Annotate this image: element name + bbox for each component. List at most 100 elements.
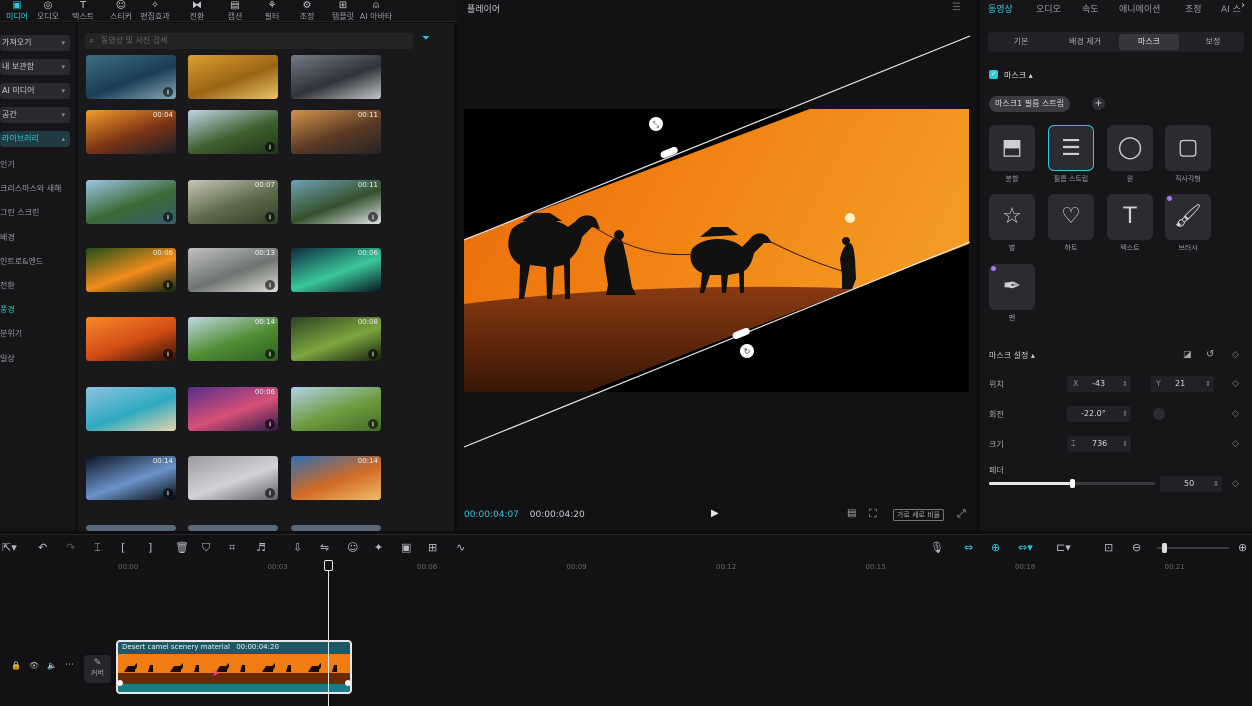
rotation-field[interactable]: -22.0° ⇕: [1067, 406, 1131, 422]
list-icon[interactable]: ▤: [847, 508, 856, 519]
stepper-icon[interactable]: ⇕: [1122, 376, 1128, 392]
split-icon[interactable]: ⌶: [94, 541, 101, 555]
media-thumbnail[interactable]: 00:14: [291, 456, 381, 500]
sidebar-dropdown[interactable]: 라이브러리 ▴: [0, 131, 70, 147]
inspector-tab[interactable]: AI 스: [1221, 2, 1241, 15]
mask-chip[interactable]: 마스크1 필름 스트립: [989, 96, 1071, 112]
media-thumbnail[interactable]: 00:04: [86, 110, 176, 154]
inspector-tab[interactable]: 속도: [1082, 2, 1099, 15]
delete-icon[interactable]: 🗑: [175, 541, 189, 554]
aspect-ratio-button[interactable]: 가로 세로 비율: [893, 509, 945, 521]
playhead[interactable]: [328, 560, 329, 706]
media-thumbnail[interactable]: 00:11: [291, 110, 381, 154]
mask-overlay[interactable]: ⤡ ↻: [458, 28, 976, 458]
toolbar-template-button[interactable]: ⊞ 템플릿: [326, 0, 360, 22]
media-thumbnail[interactable]: [291, 55, 381, 99]
heart-mask-icon[interactable]: ♡: [1048, 194, 1094, 240]
keyframe-icon[interactable]: ◇: [1232, 439, 1239, 449]
media-thumbnail[interactable]: 00:11 ⭳: [291, 180, 381, 224]
media-thumbnail[interactable]: 00:14 ⭳: [188, 317, 278, 361]
sidebar-item[interactable]: 일상: [0, 353, 15, 364]
keyframe-icon[interactable]: ◇: [1232, 479, 1239, 489]
focus-icon[interactable]: ⛶: [869, 507, 877, 521]
sidebar-dropdown[interactable]: 내 보관함 ▾: [0, 59, 70, 75]
inspector-tab[interactable]: 애니메이션: [1119, 2, 1160, 15]
keyframe-icon[interactable]: ◇: [1232, 350, 1239, 360]
clip-trim-handle-right[interactable]: [345, 680, 350, 686]
sidebar-item[interactable]: 크리스마스와 새해: [0, 183, 61, 194]
zoom-slider-knob[interactable]: [1162, 543, 1168, 553]
zoom-in-icon[interactable]: ⊕: [1238, 541, 1247, 554]
search-input[interactable]: ⌕ 동영상 및 사진 검색: [85, 33, 413, 49]
toolbar-transition-button[interactable]: ⧓ 전환: [180, 0, 214, 22]
shield-icon[interactable]: ⛉: [202, 541, 210, 555]
media-thumbnail[interactable]: [86, 525, 176, 531]
captions-icon[interactable]: ▣: [401, 541, 411, 554]
download-icon[interactable]: ⭳: [265, 280, 275, 290]
sidebar-dropdown[interactable]: AI 미디어 ▾: [0, 83, 70, 99]
stepper-icon[interactable]: ⇕: [1205, 376, 1211, 392]
media-thumbnail[interactable]: 00:06: [291, 248, 381, 292]
download-icon[interactable]: ⭳: [368, 419, 378, 429]
zoom-slider[interactable]: [1157, 543, 1229, 553]
cover-button[interactable]: ✎ 커버: [84, 655, 111, 683]
sidebar-item[interactable]: 분위기: [0, 328, 22, 339]
download-icon[interactable]: ⭳: [163, 212, 173, 222]
media-thumbnail[interactable]: ⭳: [86, 55, 176, 99]
text-mask-icon[interactable]: T: [1107, 194, 1153, 240]
media-thumbnail[interactable]: [188, 525, 278, 531]
toolbar-audio-button[interactable]: ◎ 오디오: [31, 0, 65, 22]
media-thumbnail[interactable]: [188, 55, 278, 99]
position-y-field[interactable]: Y 21 ⇕: [1150, 376, 1214, 392]
split-mask-icon[interactable]: ⬒: [989, 125, 1035, 171]
trim-right-icon[interactable]: ]: [148, 541, 152, 554]
toolbar-effects-button[interactable]: ✧ 편집효과: [138, 0, 172, 22]
fit-icon[interactable]: ⊡: [1104, 541, 1113, 554]
filter-icon[interactable]: ⏷: [422, 33, 430, 44]
import-icon[interactable]: ⇩: [293, 541, 302, 554]
download-icon[interactable]: ⭳: [265, 349, 275, 359]
toolbar-filter-button[interactable]: ⚘ 필터: [255, 0, 289, 22]
play-button[interactable]: ▶: [711, 508, 719, 519]
toolbar-caption-button[interactable]: ▤ 캡션: [218, 0, 252, 22]
fullscreen-icon[interactable]: ⤢: [957, 507, 966, 521]
link-tracks-icon[interactable]: ⇔: [964, 541, 973, 554]
crop-icon[interactable]: ⌗: [229, 541, 235, 555]
pen-mask-icon[interactable]: ✒: [989, 264, 1035, 310]
download-icon[interactable]: ⭳: [368, 212, 378, 222]
magic-icon[interactable]: ✦: [374, 541, 383, 554]
trim-left-icon[interactable]: [: [121, 541, 125, 554]
clip-trim-handle-left[interactable]: [118, 680, 123, 686]
snap-icon[interactable]: ⇔▾: [1018, 541, 1033, 554]
feather-slider-knob[interactable]: [1070, 479, 1075, 488]
sidebar-dropdown[interactable]: 공간 ▾: [0, 107, 70, 123]
stepper-icon[interactable]: ⇕: [1122, 406, 1128, 422]
download-icon[interactable]: ⭳: [163, 349, 173, 359]
sidebar-item[interactable]: 전환: [0, 280, 15, 291]
sidebar-item[interactable]: 풍경: [0, 304, 15, 315]
microphone-icon[interactable]: 🎙: [930, 541, 944, 554]
media-thumbnail[interactable]: 00:08 ⭳: [291, 317, 381, 361]
cursor-tool-icon[interactable]: ⇱▾: [2, 541, 17, 554]
magnet-icon[interactable]: ⊕: [991, 541, 1000, 554]
redo-icon[interactable]: ↷: [66, 541, 75, 554]
position-x-field[interactable]: X -43 ⇕: [1067, 376, 1131, 392]
preview-axis-icon[interactable]: ⊏▾: [1056, 541, 1071, 554]
subtab[interactable]: 기본: [991, 34, 1051, 50]
chevron-right-icon[interactable]: ›: [1241, 0, 1245, 11]
more-icon[interactable]: ⋯: [65, 660, 74, 670]
stepper-icon[interactable]: ⇕: [1122, 436, 1128, 452]
download-icon[interactable]: ⭳: [368, 349, 378, 359]
toolbar-ai-avatar-button[interactable]: ⍝ AI 아바타: [359, 0, 393, 22]
inspector-tab[interactable]: 동영상: [988, 2, 1013, 15]
download-icon[interactable]: ⭳: [265, 212, 275, 222]
sidebar-item[interactable]: 배경: [0, 232, 15, 243]
audio-wave-icon[interactable]: ∿: [456, 541, 465, 554]
brush-mask-icon[interactable]: 🖌: [1165, 194, 1211, 240]
person-icon[interactable]: ☺: [347, 541, 358, 554]
toolbar-text-button[interactable]: T 텍스트: [66, 0, 100, 22]
subtab[interactable]: 배경 제거: [1055, 34, 1115, 50]
playhead-handle[interactable]: [324, 560, 333, 571]
download-icon[interactable]: ⭳: [265, 142, 275, 152]
media-thumbnail[interactable]: 00:07 ⭳: [188, 180, 278, 224]
